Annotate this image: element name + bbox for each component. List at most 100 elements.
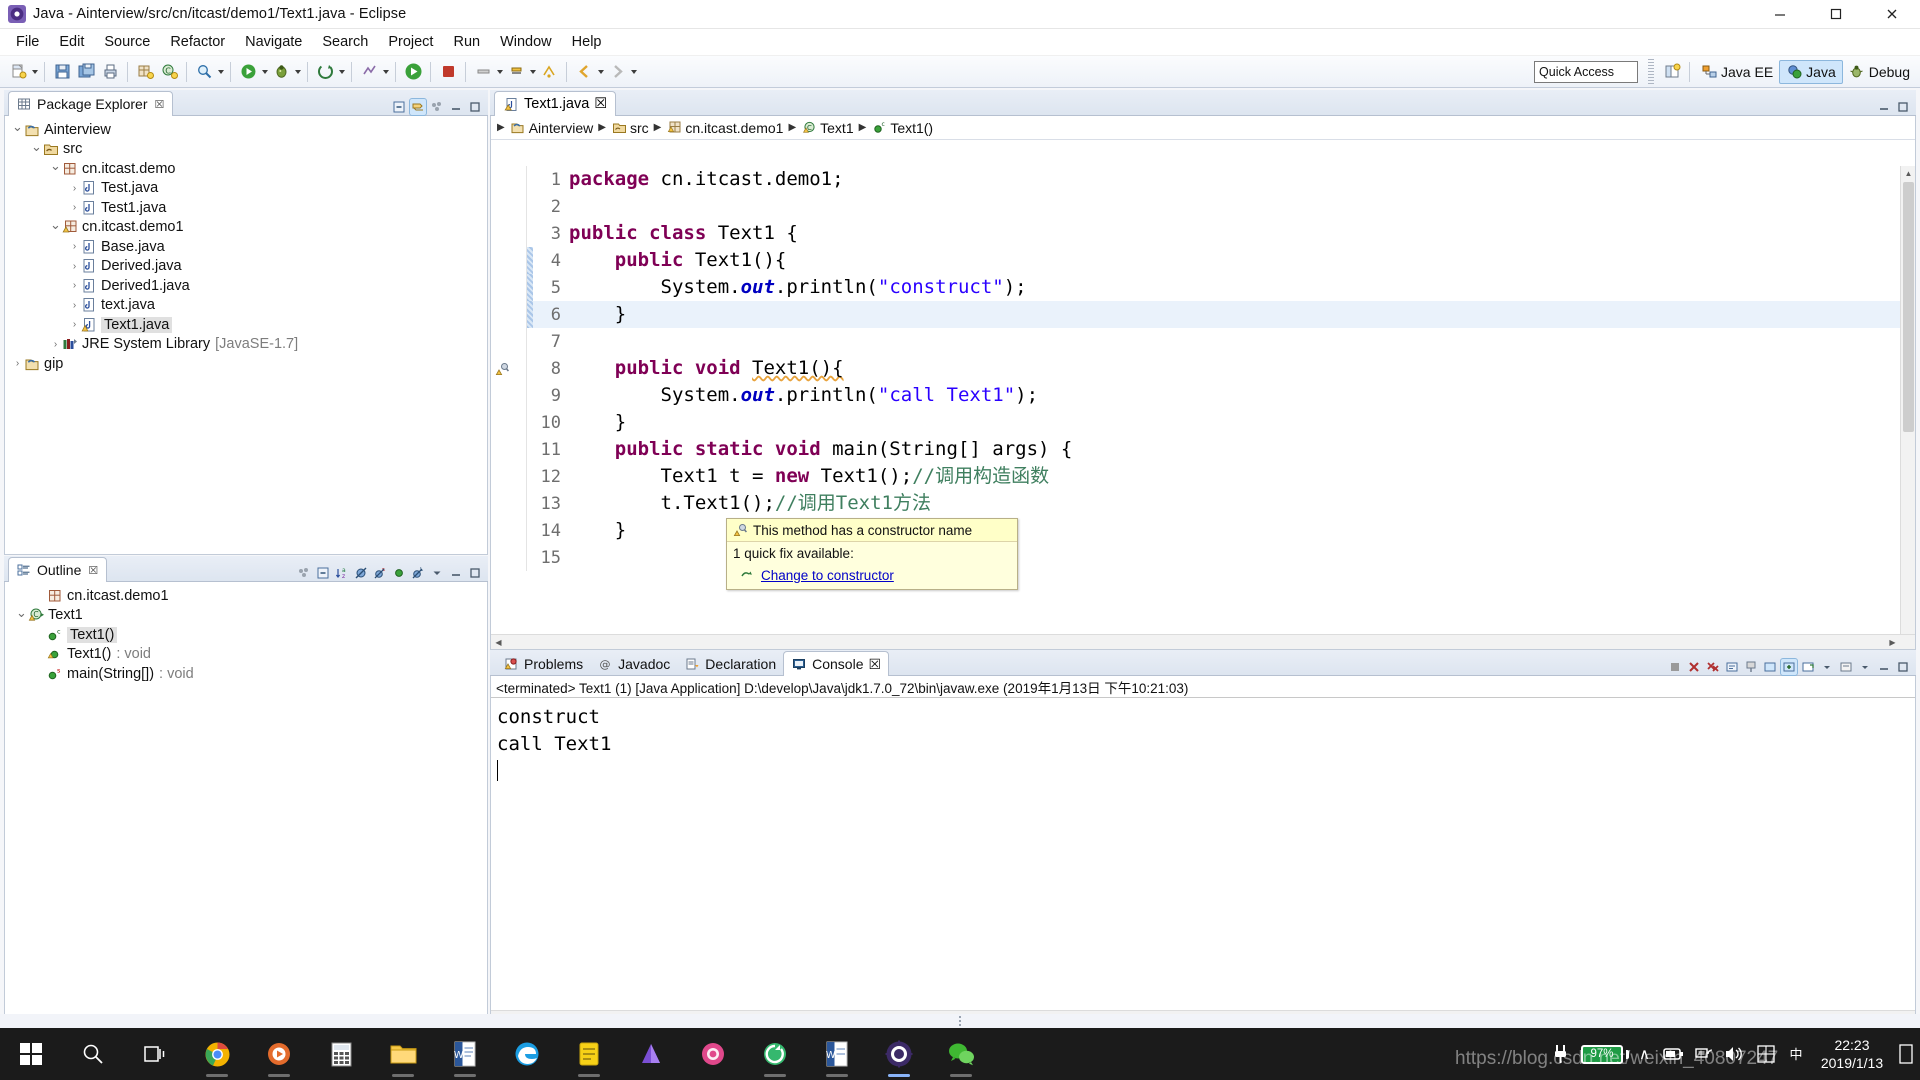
expanded-twisty-icon[interactable]: ⌄ [49, 217, 62, 233]
new-icon[interactable] [7, 61, 29, 83]
code-editor[interactable]: 1 package cn.itcast.demo1; 2 3 public class … [491, 166, 1915, 649]
folding-gutter[interactable] [513, 382, 527, 409]
code-line[interactable]: 14 } [491, 517, 1915, 544]
tray-chevron-icon[interactable]: ∧ [1639, 1045, 1650, 1063]
expanded-twisty-icon[interactable]: ⌄ [49, 158, 62, 174]
search-icon[interactable] [193, 61, 215, 83]
code-line[interactable]: 2 [491, 193, 1915, 220]
code-text[interactable]: } [563, 517, 626, 544]
run-last-tool-icon[interactable] [402, 61, 424, 83]
scroll-left-icon[interactable]: ◀ [491, 635, 506, 649]
collapsed-twisty-icon[interactable]: › [68, 183, 81, 194]
console-content[interactable]: <terminated> Text1 (1) [Java Application… [490, 676, 1916, 1026]
outline-tree[interactable]: cn.itcast.demo1 ⌄ C Text1 c Text1() Text1(): v… [5, 582, 487, 684]
show-console-icon[interactable] [1724, 659, 1740, 675]
collapsed-twisty-icon[interactable]: › [68, 300, 81, 311]
tab-problems[interactable]: Problems [496, 651, 590, 676]
folding-gutter[interactable] [513, 193, 527, 220]
code-text[interactable]: t.Text1();//调用Text1方法 [563, 490, 931, 517]
menu-navigate[interactable]: Navigate [235, 31, 312, 53]
next-annotation-icon[interactable] [505, 61, 527, 83]
window-resize-grip[interactable] [0, 1014, 1920, 1028]
forward-icon[interactable] [606, 61, 628, 83]
breadcrumb-item-class[interactable]: Text1 [820, 120, 853, 136]
close-icon[interactable]: ☒ [869, 656, 882, 673]
save-icon[interactable] [51, 61, 73, 83]
search-icon[interactable] [62, 1028, 124, 1080]
battery-saver-icon[interactable] [1660, 1046, 1684, 1062]
code-text[interactable]: } [563, 301, 626, 328]
link-with-editor-icon[interactable] [409, 98, 427, 116]
wechat-icon[interactable] [930, 1028, 992, 1080]
code-line[interactable]: 15 [491, 544, 1915, 571]
tab-package-explorer[interactable]: Package Explorer ☒ [8, 91, 174, 116]
terminate-icon[interactable] [1667, 659, 1683, 675]
code-line[interactable]: 10 } [491, 409, 1915, 436]
tree-item[interactable]: › Test.java [5, 179, 487, 199]
folding-gutter[interactable] [513, 328, 527, 355]
code-line[interactable]: 7 [491, 328, 1915, 355]
tree-item[interactable]: › JRE System Library [JavaSE-1.7] [5, 335, 487, 355]
maximize-icon[interactable] [1895, 99, 1911, 115]
coverage-icon[interactable] [358, 61, 380, 83]
run-icon[interactable] [237, 61, 259, 83]
editor-vertical-scrollbar[interactable]: ▲ ▼ [1900, 166, 1915, 649]
code-line[interactable]: 1 package cn.itcast.demo1; [491, 166, 1915, 193]
show-desktop-icon[interactable] [1898, 1043, 1914, 1065]
tab-javadoc[interactable]: @ Javadoc [590, 651, 677, 676]
folding-gutter[interactable] [513, 409, 527, 436]
tab-console[interactable]: Console ☒ [783, 651, 890, 676]
folding-gutter[interactable] [513, 301, 527, 328]
collapsed-twisty-icon[interactable]: › [68, 241, 81, 252]
tree-item[interactable]: › Base.java [5, 237, 487, 257]
hide-static-icon[interactable]: s [372, 565, 388, 581]
windows-start-icon[interactable] [0, 1028, 62, 1080]
file-explorer-icon[interactable] [372, 1028, 434, 1080]
new-java-package-icon[interactable] [134, 61, 156, 83]
outline-tree-container[interactable]: cn.itcast.demo1 ⌄ C Text1 c Text1() Text1(): v… [4, 582, 488, 1026]
folding-gutter[interactable] [513, 355, 527, 382]
code-line[interactable]: 9 System.out.println("call Text1"); [491, 382, 1915, 409]
minimize-icon[interactable] [448, 565, 464, 581]
power-icon[interactable] [1551, 1043, 1571, 1065]
previous-annotation-dropdown-icon[interactable] [495, 61, 504, 83]
pin-icon[interactable] [1743, 659, 1759, 675]
collapsed-twisty-icon[interactable]: › [11, 358, 24, 369]
tree-item[interactable]: c Text1() [5, 625, 487, 645]
menu-source[interactable]: Source [94, 31, 160, 53]
console-output[interactable]: construct call Text1 [491, 698, 1915, 785]
breadcrumb-item-src[interactable]: src [630, 120, 649, 136]
quickfix-proposal-row[interactable]: Change to constructor [727, 564, 1017, 589]
close-icon[interactable]: ☒ [594, 96, 607, 112]
tab-outline[interactable]: Outline ☒ [8, 557, 108, 582]
breadcrumb-item-constructor[interactable]: Text1() [890, 120, 933, 136]
open-console-icon[interactable] [1800, 659, 1816, 675]
breadcrumb-item-project[interactable]: Ainterview [529, 120, 594, 136]
code-text[interactable]: public void Text1(){ [563, 355, 844, 382]
close-icon[interactable]: ☒ [88, 564, 98, 577]
forward-dropdown-icon[interactable] [629, 61, 638, 83]
menu-help[interactable]: Help [562, 31, 612, 53]
word-icon[interactable]: W [434, 1028, 496, 1080]
minimize-icon[interactable] [1876, 99, 1892, 115]
menu-file[interactable]: File [6, 31, 49, 53]
expanded-twisty-icon[interactable]: ⌄ [11, 119, 24, 135]
code-text[interactable]: } [563, 409, 626, 436]
external-tools-icon[interactable] [314, 61, 336, 83]
folding-gutter[interactable] [513, 463, 527, 490]
minimize-icon[interactable] [448, 99, 464, 115]
hide-nonpublic-icon[interactable] [391, 565, 407, 581]
code-line[interactable]: 8 public void Text1(){ [491, 355, 1915, 382]
coverage-dropdown-icon[interactable] [381, 61, 390, 83]
new-console-icon[interactable] [1780, 658, 1798, 676]
scroll-right-icon[interactable]: ▶ [1885, 635, 1900, 649]
last-edit-location-icon[interactable] [538, 61, 560, 83]
battery-indicator[interactable]: 97% [1581, 1044, 1630, 1064]
code-line[interactable]: 3 public class Text1 { [491, 220, 1915, 247]
media-player-icon[interactable] [248, 1028, 310, 1080]
folding-gutter[interactable] [513, 436, 527, 463]
code-text[interactable]: Text1 t = new Text1();//调用构造函数 [563, 463, 1050, 490]
chrome-icon[interactable] [186, 1028, 248, 1080]
notes-icon[interactable] [558, 1028, 620, 1080]
quickfix-change-to-constructor-link[interactable]: Change to constructor [761, 568, 894, 583]
